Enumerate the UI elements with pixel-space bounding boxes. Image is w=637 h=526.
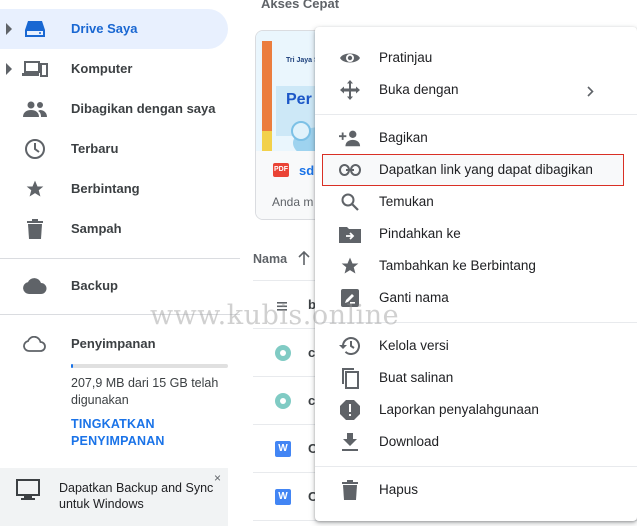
menu-item-label: Hapus xyxy=(379,482,419,497)
sidebar-item-terbaru[interactable]: Terbaru xyxy=(0,129,228,169)
sidebar-item-label: Terbaru xyxy=(71,141,119,156)
backup-sync-promo[interactable]: Dapatkan Backup and Sync untuk Windows × xyxy=(0,468,228,526)
expand-caret-icon[interactable] xyxy=(6,23,12,35)
cloud-outline-icon xyxy=(22,332,48,356)
gear-file-icon xyxy=(275,393,291,409)
sidebar-item-backup[interactable]: Backup xyxy=(0,266,228,306)
column-header-name[interactable]: Nama xyxy=(253,252,287,266)
promo-text: Dapatkan Backup and Sync untuk Windows xyxy=(59,481,214,511)
menu-item-label: Buat salinan xyxy=(379,370,454,385)
menu-item-label: Laporkan penyalahgunaan xyxy=(379,402,539,417)
expand-caret-icon[interactable] xyxy=(6,63,12,75)
sidebar-item-sampah[interactable]: Sampah xyxy=(0,209,228,249)
sidebar: Drive Saya Komputer Dibagikan dengan say… xyxy=(0,0,240,526)
menu-item-label: Dapatkan link yang dapat dibagikan xyxy=(379,162,593,177)
open-with-icon xyxy=(339,79,361,101)
sidebar-item-dibagikan[interactable]: Dibagikan dengan saya xyxy=(0,89,228,129)
monitor-icon xyxy=(16,479,40,506)
eye-icon xyxy=(339,47,361,69)
context-menu: Pratinjau Buka dengan Bagikan Dapatkan l… xyxy=(315,27,637,521)
sidebar-item-label: Sampah xyxy=(71,221,122,236)
storage-usage-fill xyxy=(71,364,74,368)
computer-icon xyxy=(22,57,48,81)
storage-usage-text: 207,9 MB dari 15 GB telah digunakan xyxy=(71,376,219,407)
menu-item-tambahkan-berbintang[interactable]: Tambahkan ke Berbintang xyxy=(315,250,637,282)
drive-icon xyxy=(22,17,48,41)
menu-item-label: Temukan xyxy=(379,194,434,209)
sidebar-item-label: Penyimpanan xyxy=(71,336,156,351)
report-icon xyxy=(339,399,361,421)
sidebar-item-label: Dibagikan dengan saya xyxy=(71,101,216,116)
move-folder-icon xyxy=(339,223,361,245)
sidebar-item-berbintang[interactable]: Berbintang xyxy=(0,169,228,209)
download-icon xyxy=(339,431,361,453)
sidebar-item-penyimpanan[interactable]: Penyimpanan xyxy=(0,324,228,364)
menu-separator xyxy=(315,322,637,323)
menu-item-label: Buka dengan xyxy=(379,82,459,97)
word-file-icon: W xyxy=(275,489,291,505)
card-file-name: sd xyxy=(299,163,315,178)
sidebar-item-label: Drive Saya xyxy=(71,21,138,36)
gear-file-icon xyxy=(275,345,291,361)
cloud-icon xyxy=(22,274,48,298)
clock-icon xyxy=(22,137,48,161)
menu-item-pratinjau[interactable]: Pratinjau xyxy=(315,42,637,74)
storage-usage-bar xyxy=(71,364,228,368)
menu-item-label: Pindahkan ke xyxy=(379,226,461,241)
history-icon xyxy=(339,335,361,357)
menu-item-kelola-versi[interactable]: Kelola versi xyxy=(315,330,637,362)
card-subtitle: Anda m xyxy=(272,195,314,209)
sidebar-divider xyxy=(0,258,240,259)
menu-separator xyxy=(315,114,637,115)
menu-item-laporkan[interactable]: Laporkan penyalahgunaan xyxy=(315,394,637,426)
menu-item-label: Kelola versi xyxy=(379,338,449,353)
menu-item-label: Ganti nama xyxy=(379,290,449,305)
menu-item-get-link[interactable]: Dapatkan link yang dapat dibagikan xyxy=(322,154,624,186)
menu-item-ganti-nama[interactable]: Ganti nama xyxy=(315,282,637,314)
pdf-icon: PDF xyxy=(273,163,289,177)
thumbnail-text: Per xyxy=(286,91,312,108)
copy-icon xyxy=(339,367,361,389)
menu-item-pindahkan[interactable]: Pindahkan ke xyxy=(315,218,637,250)
upgrade-storage-link[interactable]: TINGKATKAN PENYIMPANAN xyxy=(71,416,211,450)
add-person-icon xyxy=(339,127,361,149)
sort-arrow-up-icon[interactable] xyxy=(298,250,310,270)
star-icon xyxy=(22,177,48,201)
star-icon xyxy=(339,255,361,277)
menu-item-label: Bagikan xyxy=(379,130,428,145)
trash-icon xyxy=(339,479,361,501)
menu-item-hapus[interactable]: Hapus xyxy=(315,474,637,506)
menu-item-label: Download xyxy=(379,434,440,449)
menu-item-buat-salinan[interactable]: Buat salinan xyxy=(315,362,637,394)
sidebar-item-label: Berbintang xyxy=(71,181,140,196)
sidebar-item-label: Komputer xyxy=(71,61,133,76)
sidebar-divider xyxy=(0,314,240,315)
link-icon xyxy=(339,159,361,181)
word-file-icon: W xyxy=(275,441,291,457)
menu-item-label: Tambahkan ke Berbintang xyxy=(379,258,536,273)
trash-icon xyxy=(22,217,48,241)
shared-people-icon xyxy=(22,97,48,121)
menu-item-buka-dengan[interactable]: Buka dengan xyxy=(315,74,637,106)
sidebar-item-komputer[interactable]: Komputer xyxy=(0,49,228,89)
menu-item-download[interactable]: Download xyxy=(315,426,637,458)
chevron-right-icon xyxy=(587,84,594,102)
sidebar-item-label: Backup xyxy=(71,278,118,293)
menu-item-label: Pratinjau xyxy=(379,50,433,65)
list-view-icon xyxy=(277,298,287,316)
search-icon xyxy=(339,191,361,213)
rename-icon xyxy=(339,287,361,309)
menu-separator xyxy=(315,466,637,467)
sidebar-item-drive-saya[interactable]: Drive Saya xyxy=(0,9,228,49)
close-icon[interactable]: × xyxy=(214,471,221,485)
menu-item-bagikan[interactable]: Bagikan xyxy=(315,122,637,154)
quick-access-title: Akses Cepat xyxy=(261,0,340,11)
menu-item-temukan[interactable]: Temukan xyxy=(315,186,637,218)
